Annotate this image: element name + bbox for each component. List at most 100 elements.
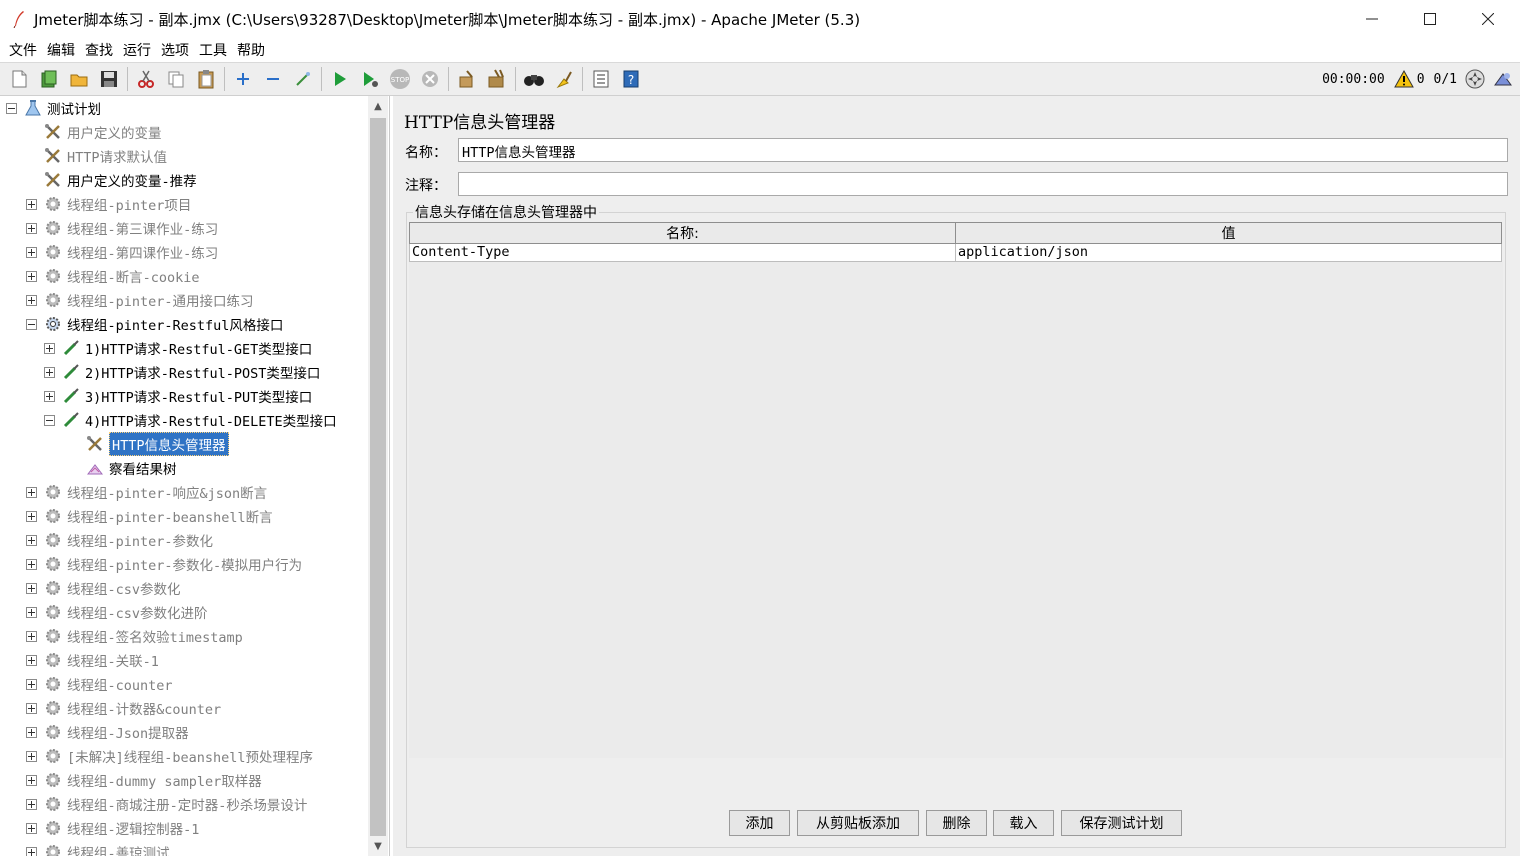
test-plan-tree[interactable]: 测试计划 用户定义的变量 HTTP请求默认值 用户定义的变量-推荐 线程组-pinter… <box>0 96 390 856</box>
tree-item[interactable]: 线程组-第三课作业-练习 <box>26 216 218 240</box>
collapse-minus-icon[interactable] <box>26 318 37 330</box>
save-button[interactable] <box>96 66 122 92</box>
shutdown-button[interactable] <box>417 66 443 92</box>
expand-plus-icon[interactable] <box>44 390 55 402</box>
tree-item[interactable]: 线程组-签名效验timestamp <box>26 624 243 648</box>
expand-plus-icon[interactable] <box>26 294 37 306</box>
expand-plus-icon[interactable] <box>26 750 37 762</box>
tree-item[interactable]: 线程组-dummy sampler取样器 <box>26 768 262 792</box>
column-header-name[interactable]: 名称: <box>409 222 956 244</box>
expand-plus-icon[interactable] <box>44 366 55 378</box>
delete-button[interactable]: 删除 <box>926 810 987 836</box>
stop-button[interactable]: STOP <box>387 66 413 92</box>
tree-item[interactable]: [未解决]线程组-beanshell预处理程序 <box>26 744 313 768</box>
tree-item[interactable]: 3)HTTP请求-Restful-PUT类型接口 <box>44 384 312 408</box>
name-field[interactable]: HTTP信息头管理器 <box>458 138 1508 162</box>
expand-plus-icon[interactable] <box>26 678 37 690</box>
expand-plus-icon[interactable] <box>26 246 37 258</box>
expand-plus-icon[interactable] <box>26 822 37 834</box>
expand-plus-icon[interactable] <box>26 582 37 594</box>
cell-header-name[interactable]: Content-Type <box>409 244 956 262</box>
paste-button[interactable] <box>193 66 219 92</box>
new-button[interactable] <box>6 66 32 92</box>
open-button[interactable] <box>66 66 92 92</box>
comment-field[interactable] <box>458 172 1508 196</box>
expand-plus-icon[interactable] <box>26 798 37 810</box>
tree-item[interactable]: 线程组-pinter-响应&json断言 <box>26 480 267 504</box>
tree-vertical-scrollbar[interactable]: ▲ ▼ <box>368 96 388 856</box>
collapse-minus-icon[interactable] <box>44 414 55 426</box>
expand-plus-icon[interactable] <box>26 198 37 210</box>
scroll-up-arrow-icon[interactable]: ▲ <box>368 96 388 116</box>
headers-table-body[interactable] <box>409 262 1503 758</box>
help-button[interactable]: ? <box>618 66 644 92</box>
minimize-button[interactable] <box>1343 0 1401 38</box>
close-button[interactable] <box>1459 0 1517 38</box>
templates-button[interactable] <box>36 66 62 92</box>
expand-plus-icon[interactable] <box>26 846 37 856</box>
tree-item[interactable]: 1)HTTP请求-Restful-GET类型接口 <box>44 336 312 360</box>
start-button[interactable] <box>327 66 353 92</box>
tree-item[interactable]: 线程组-csv参数化进阶 <box>26 600 208 624</box>
scrollbar-thumb[interactable] <box>370 118 386 836</box>
expand-plus-icon[interactable] <box>26 222 37 234</box>
tree-item[interactable]: 线程组-pinter-Restful风格接口 <box>26 312 283 336</box>
expand-plus-icon[interactable] <box>26 270 37 282</box>
tree-item[interactable]: 线程组-第四课作业-练习 <box>26 240 218 264</box>
tree-item[interactable]: 线程组-csv参数化 <box>26 576 181 600</box>
expand-plus-icon[interactable] <box>26 558 37 570</box>
tree-item[interactable]: HTTP信息头管理器 <box>85 432 229 456</box>
search-button[interactable] <box>521 66 547 92</box>
tree-item[interactable]: 测试计划 <box>6 96 101 120</box>
load-button[interactable]: 载入 <box>993 810 1054 836</box>
expand-plus-icon[interactable] <box>44 342 55 354</box>
copy-button[interactable] <box>163 66 189 92</box>
function-helper-button[interactable] <box>588 66 614 92</box>
cell-header-value[interactable]: application/json <box>955 244 1502 262</box>
expand-button[interactable] <box>230 66 256 92</box>
tree-item[interactable]: 用户定义的变量-推荐 <box>43 168 197 192</box>
clear-all-button[interactable] <box>484 66 510 92</box>
tree-item[interactable]: 线程组-pinter-参数化 <box>26 528 213 552</box>
maximize-button[interactable] <box>1401 0 1459 38</box>
menu-help[interactable]: 帮助 <box>232 40 270 60</box>
tree-item[interactable]: 线程组-善琼测试 <box>26 840 170 856</box>
menu-file[interactable]: 文件 <box>4 40 42 60</box>
tree-item[interactable]: 用户定义的变量 <box>43 120 162 144</box>
scroll-down-arrow-icon[interactable]: ▼ <box>368 836 388 856</box>
tree-item[interactable]: 线程组-counter <box>26 672 173 696</box>
expand-plus-icon[interactable] <box>26 606 37 618</box>
tree-item[interactable]: 察看结果树 <box>85 456 177 480</box>
tree-item[interactable]: 线程组-Json提取器 <box>26 720 189 744</box>
log-viewer-icon[interactable] <box>1492 68 1514 90</box>
expand-plus-icon[interactable] <box>26 630 37 642</box>
expand-plus-icon[interactable] <box>26 534 37 546</box>
tree-item[interactable]: 线程组-关联-1 <box>26 648 159 672</box>
toggle-button[interactable] <box>290 66 316 92</box>
tree-item[interactable]: 线程组-pinter-beanshell断言 <box>26 504 273 528</box>
tree-item[interactable]: HTTP请求默认值 <box>43 144 167 168</box>
menu-edit[interactable]: 编辑 <box>42 40 80 60</box>
expand-plus-icon[interactable] <box>26 726 37 738</box>
tree-item[interactable]: 线程组-商城注册-定时器-秒杀场景设计 <box>26 792 307 816</box>
expand-plus-icon[interactable] <box>26 510 37 522</box>
tree-item[interactable]: 线程组-断言-cookie <box>26 264 200 288</box>
menu-search[interactable]: 查找 <box>80 40 118 60</box>
save-test-plan-button[interactable]: 保存测试计划 <box>1061 810 1182 836</box>
tree-item[interactable]: 线程组-pinter-参数化-模拟用户行为 <box>26 552 302 576</box>
tree-item[interactable]: 线程组-计数器&counter <box>26 696 221 720</box>
tree-item[interactable]: 线程组-pinter项目 <box>26 192 191 216</box>
tree-item[interactable]: 4)HTTP请求-Restful-DELETE类型接口 <box>44 408 337 432</box>
tree-item[interactable]: 2)HTTP请求-Restful-POST类型接口 <box>44 360 320 384</box>
start-no-pauses-button[interactable] <box>357 66 383 92</box>
collapse-button[interactable] <box>260 66 286 92</box>
collapse-minus-icon[interactable] <box>6 102 17 114</box>
expand-plus-icon[interactable] <box>26 486 37 498</box>
tree-item[interactable]: 线程组-逻辑控制器-1 <box>26 816 199 840</box>
menu-tools[interactable]: 工具 <box>194 40 232 60</box>
expand-plus-icon[interactable] <box>26 774 37 786</box>
clear-button[interactable] <box>454 66 480 92</box>
reset-search-button[interactable] <box>551 66 577 92</box>
cut-button[interactable] <box>133 66 159 92</box>
menu-options[interactable]: 选项 <box>156 40 194 60</box>
